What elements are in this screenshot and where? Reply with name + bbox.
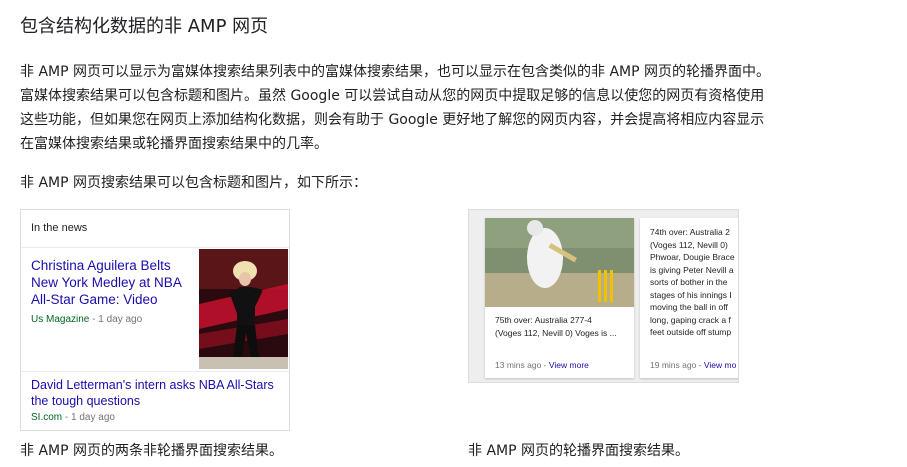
carousel-card[interactable]: 74th over: Australia 2 (Voges 112, Nevil… (640, 218, 738, 378)
news-results-example: In the news Christina Aguilera Belts New… (20, 209, 290, 431)
section-heading: 包含结构化数据的非 AMP 网页 (20, 16, 269, 37)
snippet-line: (Voges 112, Nevill 0) Voges is ... (495, 327, 617, 338)
carousel-example-caption: 非 AMP 网页的轮播界面搜索结果。 (468, 443, 689, 459)
carousel-card[interactable]: 75th over: Australia 277-4 (Voges 112, N… (485, 218, 634, 378)
card-meta: 13 mins ago - View more (495, 360, 589, 370)
view-more-link[interactable]: View more (549, 360, 589, 370)
news-item-thumbnail[interactable] (199, 249, 288, 369)
cricket-photo-icon (485, 218, 634, 307)
timestamp: - 1 day ago (62, 412, 115, 423)
snippet-line: 75th over: Australia 277-4 (495, 315, 592, 325)
source-name: Us Magazine (31, 314, 90, 325)
news-item-source: SI.com - 1 day ago (31, 412, 115, 423)
example-intro: 非 AMP 网页搜索结果可以包含标题和图片，如下所示： (20, 175, 367, 191)
paragraph-line: 在富媒体搜索结果或轮播界面搜索结果中的几率。 (20, 136, 328, 152)
snippet-line: sorts of bother in the (650, 277, 728, 287)
card-snippet: 74th over: Australia 2 (Voges 112, Nevil… (650, 226, 735, 339)
news-item-source: Us Magazine - 1 day ago (31, 314, 142, 325)
view-more-link[interactable]: View mo (704, 360, 736, 370)
snippet-line: stages of his innings I (650, 289, 732, 300)
timestamp: 19 mins ago - (650, 360, 704, 370)
intro-paragraph: 非 AMP 网页可以显示为富媒体搜索结果列表中的富媒体搜索结果，也可以显示在包含… (20, 60, 890, 156)
paragraph-line: 这些功能，但如果您在网页上添加结构化数据，则会有助于 Google 更好地了解您… (20, 112, 765, 128)
news-item-title-link[interactable]: Christina Aguilera Belts New York Medley… (31, 257, 199, 308)
source-name: SI.com (31, 412, 63, 423)
timestamp: 13 mins ago - (495, 360, 549, 370)
paragraph-line: 富媒体搜索结果可以包含标题和图片。虽然 Google 可以尝试自动从您的网页中提… (20, 88, 765, 104)
performer-photo-icon (199, 249, 288, 369)
timestamp: - 1 day ago (89, 314, 143, 325)
card-meta: 19 mins ago - View mo (650, 360, 736, 370)
news-header: In the news (31, 222, 88, 234)
snippet-line: (Voges 112, Nevill 0) (650, 239, 728, 250)
snippet-line: Phwoar, Dougie Brace (650, 252, 735, 262)
snippet-line: long, gaping crack a f (650, 314, 731, 325)
carousel-results-example: 75th over: Australia 277-4 (Voges 112, N… (468, 209, 739, 383)
snippet-line: is giving Peter Nevill a (650, 264, 734, 275)
card-thumbnail (485, 218, 634, 307)
divider (21, 371, 289, 372)
snippet-line: moving the ball in off (650, 302, 728, 312)
card-snippet: 75th over: Australia 277-4 (Voges 112, N… (495, 314, 617, 339)
news-item-title-link[interactable]: David Letterman's intern asks NBA All-St… (31, 377, 283, 409)
snippet-line: feet outside off stump (650, 327, 732, 337)
paragraph-line: 非 AMP 网页可以显示为富媒体搜索结果列表中的富媒体搜索结果，也可以显示在包含… (20, 64, 770, 80)
news-example-caption: 非 AMP 网页的两条非轮播界面搜索结果。 (20, 443, 283, 459)
divider (21, 247, 289, 248)
snippet-line: 74th over: Australia 2 (650, 227, 730, 237)
